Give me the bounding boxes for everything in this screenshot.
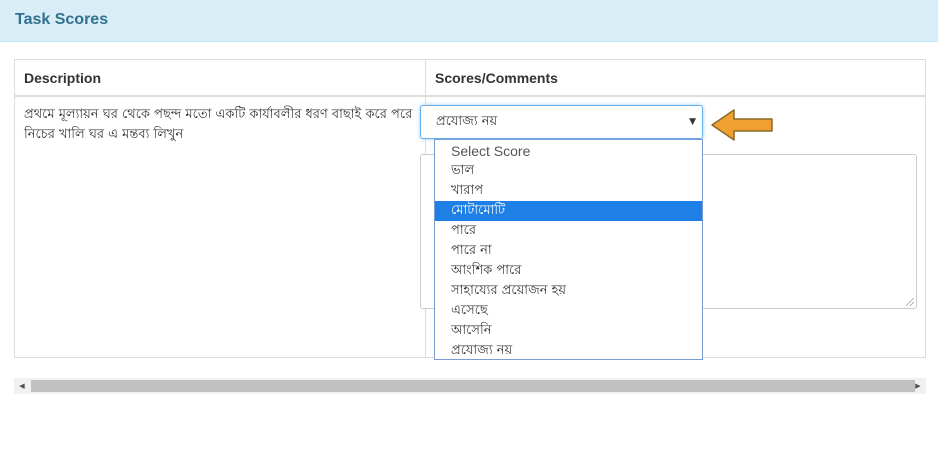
score-option-highlighted[interactable]: মোটামোটি	[435, 201, 702, 221]
score-select[interactable]: প্রযোজ্য নয় ▼	[420, 105, 703, 139]
pointer-arrow-icon	[711, 109, 773, 141]
score-option[interactable]: আংশিক পারে	[435, 261, 702, 281]
description-header: Description	[15, 60, 426, 97]
scores-header: Scores/Comments	[426, 60, 925, 97]
score-select-value: প্রযোজ্য নয়	[436, 114, 498, 129]
score-dropdown-list[interactable]: Select Score ভাল খারাপ মোটামোটি পারে পার…	[434, 139, 703, 360]
score-option[interactable]: Select Score	[435, 141, 702, 161]
score-option[interactable]: এসেছে	[435, 301, 702, 321]
scrollbar-thumb[interactable]	[31, 380, 915, 392]
score-option[interactable]: প্রযোজ্য নয়	[435, 341, 702, 361]
scroll-left-icon[interactable]: ◀	[14, 378, 30, 394]
task-description: প্রথমে মূল্যায়ন ঘর থেকে পছন্দ মতো একটি …	[15, 97, 426, 357]
score-option[interactable]: সাহায্যের প্রয়োজন হয়	[435, 281, 702, 301]
panel-heading: Task Scores	[0, 0, 938, 42]
score-option[interactable]: পারে না	[435, 241, 702, 261]
dropdown-arrow-icon: ▼	[689, 117, 696, 127]
score-option[interactable]: খারাপ	[435, 181, 702, 201]
panel-title: Task Scores	[15, 11, 109, 28]
scroll-right-icon[interactable]: ▶	[910, 378, 926, 394]
resize-grip-icon[interactable]	[906, 298, 914, 306]
score-option[interactable]: ভাল	[435, 161, 702, 181]
score-option[interactable]: পারে	[435, 221, 702, 241]
horizontal-scrollbar[interactable]: ◀ ▶	[14, 378, 926, 394]
score-option[interactable]: আসেনি	[435, 321, 702, 341]
